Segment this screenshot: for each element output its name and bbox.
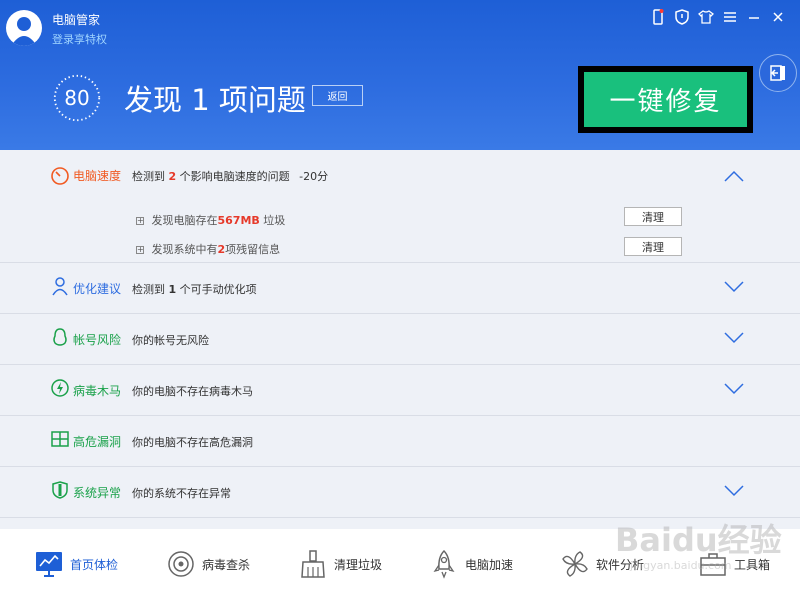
category-vuln[interactable]: 高危漏洞 你的电脑不存在高危漏洞 [0,416,800,467]
nav-software-analysis[interactable]: 软件分析 [560,549,644,579]
nav-clean-junk[interactable]: 清理垃圾 [298,549,382,579]
nav-home-checkup[interactable]: 首页体检 [34,549,118,579]
chevron-up-icon[interactable] [724,170,744,182]
shield-check-icon [52,481,68,499]
qq-penguin-icon [53,328,67,346]
expand-plus-icon[interactable]: + [136,217,144,225]
one-click-fix-button[interactable]: 一键修复 [584,72,747,127]
fix-button-frame: 一键修复 [578,66,753,133]
rocket-icon [433,549,455,579]
nav-speed-up[interactable]: 电脑加速 [429,549,513,579]
category-system-label: 系统异常 [73,486,122,500]
close-icon[interactable] [768,8,788,26]
nav-virus-scan[interactable]: 病毒查杀 [166,549,250,579]
login-link[interactable]: 登录享特权 [52,31,107,47]
header: 电脑管家 登录享特权 80 发现 1 项问题 返回 一键修复 [0,0,800,150]
nav-label: 电脑加速 [465,557,514,572]
category-vuln-label: 高危漏洞 [73,435,122,449]
chevron-down-icon[interactable] [724,485,744,497]
grid-icon [51,431,69,447]
monitor-chart-icon [36,552,62,577]
category-optimize[interactable]: 优化建议 检测到 1 个可手动优化项 [0,263,800,314]
side-panel-button[interactable] [759,54,797,92]
category-optimize-desc: 检测到 1 个可手动优化项 [132,283,257,296]
menu-icon[interactable] [720,8,740,26]
avatar[interactable] [6,10,42,46]
category-account-desc: 你的帐号无风险 [132,334,209,347]
phone-icon[interactable] [648,8,668,26]
category-system-desc: 你的系统不存在异常 [132,487,231,500]
chevron-down-icon[interactable] [724,281,744,293]
scan-results: 电脑速度 检测到 2 个影响电脑速度的问题 -20分 + 发现电脑存在567MB… [0,150,800,529]
toolbox-icon [700,553,726,576]
pinwheel-icon [562,551,588,577]
bottom-nav: 首页体检 病毒查杀 清理垃圾 电脑加速 软件分析 工具箱 [0,529,800,600]
speedometer-icon [51,167,69,185]
exit-panel-icon [770,65,785,81]
chevron-down-icon[interactable] [724,332,744,344]
residual-item: + 发现系统中有2项残留信息 [136,243,281,256]
category-virus-desc: 你的电脑不存在病毒木马 [132,385,253,398]
junk-item: + 发现电脑存在567MB 垃圾 [136,214,286,227]
nav-label: 首页体检 [70,557,119,572]
category-system[interactable]: 系统异常 你的系统不存在异常 [0,467,800,518]
lightning-icon [51,379,69,397]
clean-residual-button[interactable]: 清理 [624,237,682,256]
nav-label: 软件分析 [596,557,645,572]
page-title: 发现 1 项问题 [124,83,306,117]
health-score: 80 [64,86,90,110]
window-controls [648,8,788,26]
minimize-icon[interactable] [744,8,764,26]
category-vuln-desc: 你的电脑不存在高危漏洞 [132,436,253,449]
category-speed-desc: 检测到 2 个影响电脑速度的问题 -20分 [132,170,329,183]
broom-icon [301,550,325,578]
category-virus[interactable]: 病毒木马 你的电脑不存在病毒木马 [0,365,800,416]
nav-label: 清理垃圾 [334,557,383,572]
category-account[interactable]: 帐号风险 你的帐号无风险 [0,314,800,365]
nav-toolbox[interactable]: 工具箱 [698,549,770,579]
back-button[interactable]: 返回 [312,85,363,106]
category-virus-label: 病毒木马 [73,384,122,398]
nav-label: 病毒查杀 [202,557,251,572]
nav-label: 工具箱 [734,557,771,572]
chevron-down-icon[interactable] [724,383,744,395]
shield-icon[interactable] [672,8,692,26]
category-speed[interactable]: 电脑速度 检测到 2 个影响电脑速度的问题 -20分 + 发现电脑存在567MB… [0,150,800,263]
skin-icon[interactable] [696,8,716,26]
clean-junk-button[interactable]: 清理 [624,207,682,226]
category-speed-label: 电脑速度 [73,169,122,183]
category-account-label: 帐号风险 [73,333,122,347]
expand-plus-icon[interactable]: + [136,246,144,254]
user-name: 电脑管家 [52,13,101,27]
category-optimize-label: 优化建议 [73,282,122,296]
person-icon [52,277,68,296]
target-icon [168,551,194,577]
